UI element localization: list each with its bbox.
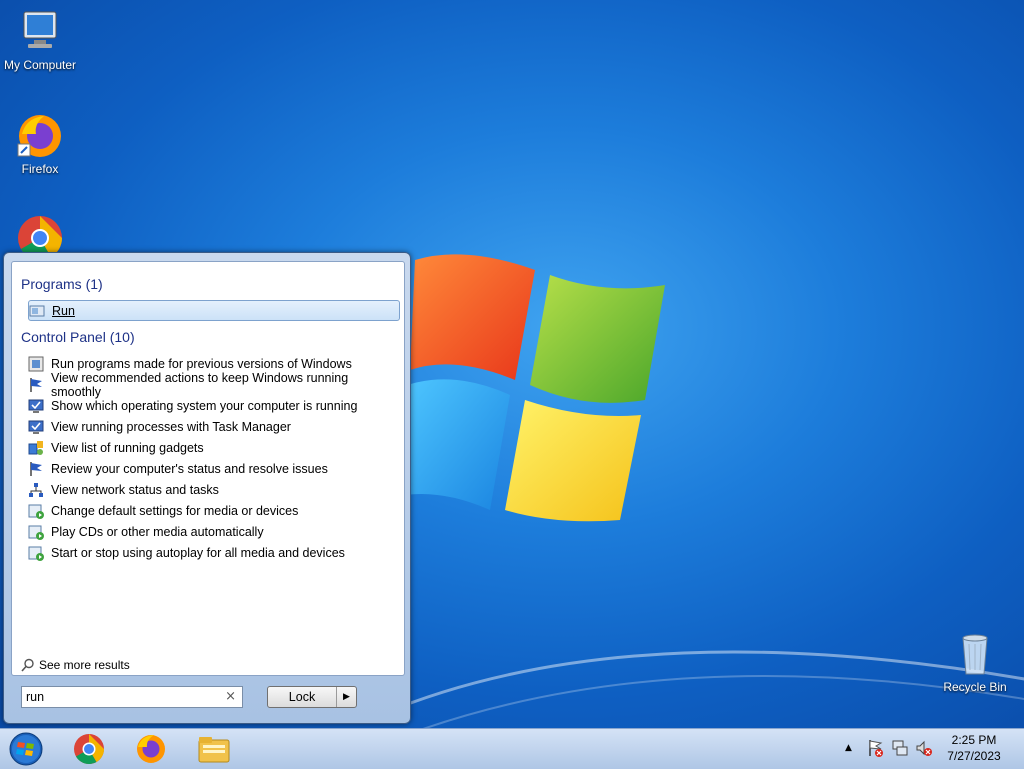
autoplay-icon xyxy=(28,546,44,561)
computer-icon xyxy=(16,8,64,56)
program-item-run[interactable]: Run xyxy=(28,300,400,321)
desktop-icon-recycle-bin[interactable]: Recycle Bin xyxy=(935,630,1015,694)
autoplay-icon xyxy=(28,525,44,540)
firefox-icon xyxy=(16,112,64,160)
run-icon xyxy=(29,305,45,316)
desktop-icon-firefox[interactable]: Firefox xyxy=(0,112,80,176)
wallpaper-swirl xyxy=(380,650,1024,728)
taskbar-file-explorer-icon[interactable] xyxy=(195,731,233,767)
program-item-label: Run xyxy=(52,303,75,318)
search-results-panel: Programs (1) Run Control Panel (10) Run … xyxy=(11,261,405,676)
clock-date: 7/27/2023 xyxy=(947,749,1001,763)
action-center-flag-icon xyxy=(30,462,42,476)
control-panel-item[interactable]: View network status and tasks xyxy=(28,480,398,500)
item-label: Start or stop using autoplay for all med… xyxy=(51,546,345,560)
see-more-label: See more results xyxy=(39,658,130,672)
control-panel-item[interactable]: Review your computer's status and resolv… xyxy=(28,459,398,479)
item-label: Change default settings for media or dev… xyxy=(51,504,299,518)
item-label: View list of running gadgets xyxy=(51,441,204,455)
item-label: View recommended actions to keep Windows… xyxy=(51,371,349,399)
item-label: Review your computer's status and resolv… xyxy=(51,462,328,476)
programs-section-title: Programs (1) xyxy=(21,276,103,292)
system-icon xyxy=(28,399,44,413)
item-label: View network status and tasks xyxy=(51,483,219,497)
lock-button[interactable]: Lock xyxy=(268,687,337,707)
item-label: Show which operating system your compute… xyxy=(51,399,358,413)
start-search-box[interactable]: × xyxy=(21,686,243,708)
action-center-flag-icon[interactable] xyxy=(866,738,884,758)
search-input[interactable] xyxy=(26,690,216,704)
desktop-icon-my-computer[interactable]: My Computer xyxy=(0,8,80,72)
control-panel-item[interactable]: Show which operating system your compute… xyxy=(28,396,398,416)
desktop-icon-label: Recycle Bin xyxy=(943,680,1007,694)
control-panel-item[interactable]: Play CDs or other media automatically xyxy=(28,522,398,542)
action-center-flag-icon xyxy=(30,378,42,392)
taskbar-clock[interactable]: 2:25 PM 7/27/2023 xyxy=(936,732,1012,764)
taskbar-chrome-icon[interactable] xyxy=(70,731,108,767)
system-icon xyxy=(28,420,44,434)
show-hidden-icons-button[interactable]: ▲ xyxy=(845,738,852,758)
windows-wallpaper-logo xyxy=(405,254,665,522)
item-label: Run programs made for previous versions … xyxy=(51,357,352,371)
lock-button-group: Lock ▶ xyxy=(267,686,357,708)
autoplay-icon xyxy=(28,504,44,519)
gadgets-icon xyxy=(28,441,43,455)
control-panel-item[interactable]: Start or stop using autoplay for all med… xyxy=(28,543,398,563)
item-label: View running processes with Task Manager xyxy=(51,420,291,434)
network-icon xyxy=(29,483,43,497)
clock-time: 2:25 PM xyxy=(951,733,997,747)
desktop-icon-label: My Computer xyxy=(3,58,77,72)
desktop-icon-label: Firefox xyxy=(21,162,59,176)
control-panel-item[interactable]: View running processes with Task Manager xyxy=(28,417,398,437)
clear-search-icon[interactable]: × xyxy=(225,689,236,704)
volume-muted-icon[interactable] xyxy=(915,738,933,758)
start-button[interactable] xyxy=(6,731,46,767)
shutdown-options-arrow[interactable]: ▶ xyxy=(337,687,356,707)
search-icon xyxy=(21,658,34,672)
recycle-bin-icon xyxy=(951,630,999,678)
control-panel-item[interactable]: Change default settings for media or dev… xyxy=(28,501,398,521)
control-panel-item[interactable]: View recommended actions to keep Windows… xyxy=(28,371,398,399)
compatibility-icon xyxy=(28,356,44,372)
control-panel-section-title: Control Panel (10) xyxy=(21,329,135,345)
start-menu: Programs (1) Run Control Panel (10) Run … xyxy=(3,252,411,724)
see-more-results-link[interactable]: See more results xyxy=(21,658,130,672)
network-icon[interactable] xyxy=(891,738,909,758)
item-label: Play CDs or other media automatically xyxy=(51,525,264,539)
taskbar-firefox-icon[interactable] xyxy=(132,731,170,767)
control-panel-item[interactable]: View list of running gadgets xyxy=(28,438,398,458)
